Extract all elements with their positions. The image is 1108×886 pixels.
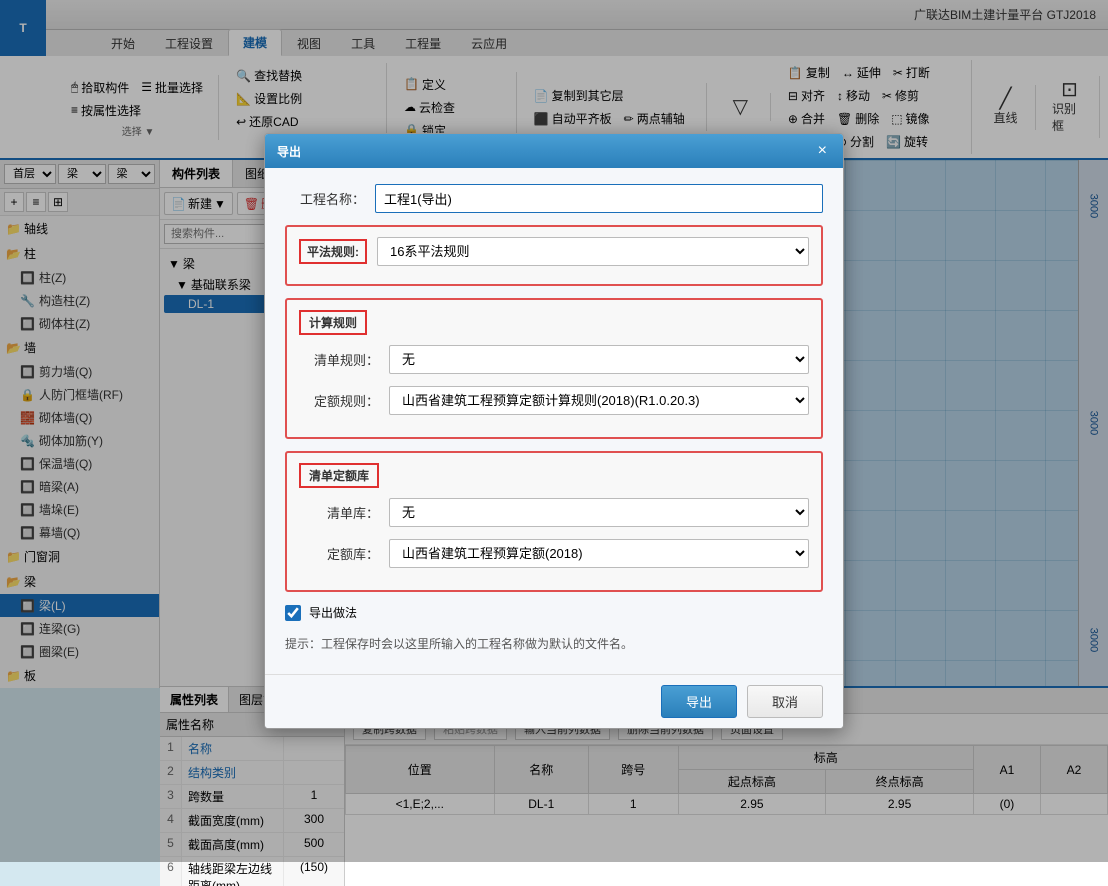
export-btn[interactable]: 导出: [661, 685, 737, 718]
qingdan-ku-select[interactable]: 无: [389, 498, 809, 527]
export-dialog: 导出 × 工程名称： 平法规则: 16系平法规则: [264, 133, 844, 729]
dinge-ku-label: 定额库：: [299, 544, 379, 563]
dinge-ku-select[interactable]: 山西省建筑工程预算定额(2018): [389, 539, 809, 568]
qingdan-dinge-section: 清单定额库 清单库： 无 定额库： 山西省建筑工程预算定额(2018): [285, 451, 823, 592]
pingfa-header-row: 平法规则: 16系平法规则: [299, 237, 809, 266]
pingfa-select[interactable]: 16系平法规则: [377, 237, 809, 266]
pingfa-section-label: 平法规则:: [299, 239, 367, 264]
dialog-overlay: 导出 × 工程名称： 平法规则: 16系平法规则: [0, 0, 1108, 862]
dinge-label: 定额规则：: [299, 391, 379, 410]
qingdan-row: 清单规则： 无: [299, 345, 809, 374]
dialog-header: 导出 ×: [265, 134, 843, 168]
qingdan-dinge-section-label: 清单定额库: [299, 463, 379, 488]
project-name-label: 工程名称：: [285, 189, 365, 208]
qingdan-ku-row: 清单库： 无: [299, 498, 809, 527]
export-method-row: 导出做法: [285, 604, 823, 621]
calculation-section: 计算规则 清单规则： 无 定额规则： 山西省建筑工程预算定额计算规则(2018)…: [285, 298, 823, 439]
calculation-section-label: 计算规则: [299, 310, 367, 335]
qingdan-select[interactable]: 无: [389, 345, 809, 374]
dinge-select[interactable]: 山西省建筑工程预算定额计算规则(2018)(R1.0.20.3): [389, 386, 809, 415]
project-name-row: 工程名称：: [285, 184, 823, 213]
cancel-btn[interactable]: 取消: [747, 685, 823, 718]
dialog-title: 导出: [277, 143, 301, 160]
dialog-hint: 提示：工程保存时会以这里所输入的工程名称做为默认的文件名。: [285, 629, 823, 658]
project-name-input[interactable]: [375, 184, 823, 213]
dialog-footer: 导出 取消: [265, 674, 843, 728]
dialog-body: 工程名称： 平法规则: 16系平法规则 计算规则: [265, 168, 843, 674]
pingfa-section: 平法规则: 16系平法规则: [285, 225, 823, 286]
qingdan-label: 清单规则：: [299, 350, 379, 369]
export-method-checkbox[interactable]: [285, 605, 301, 621]
dialog-close-btn[interactable]: ×: [814, 142, 831, 160]
export-method-label: 导出做法: [309, 604, 357, 621]
dinge-row: 定额规则： 山西省建筑工程预算定额计算规则(2018)(R1.0.20.3): [299, 386, 809, 415]
dinge-ku-row: 定额库： 山西省建筑工程预算定额(2018): [299, 539, 809, 568]
qingdan-ku-label: 清单库：: [299, 503, 379, 522]
